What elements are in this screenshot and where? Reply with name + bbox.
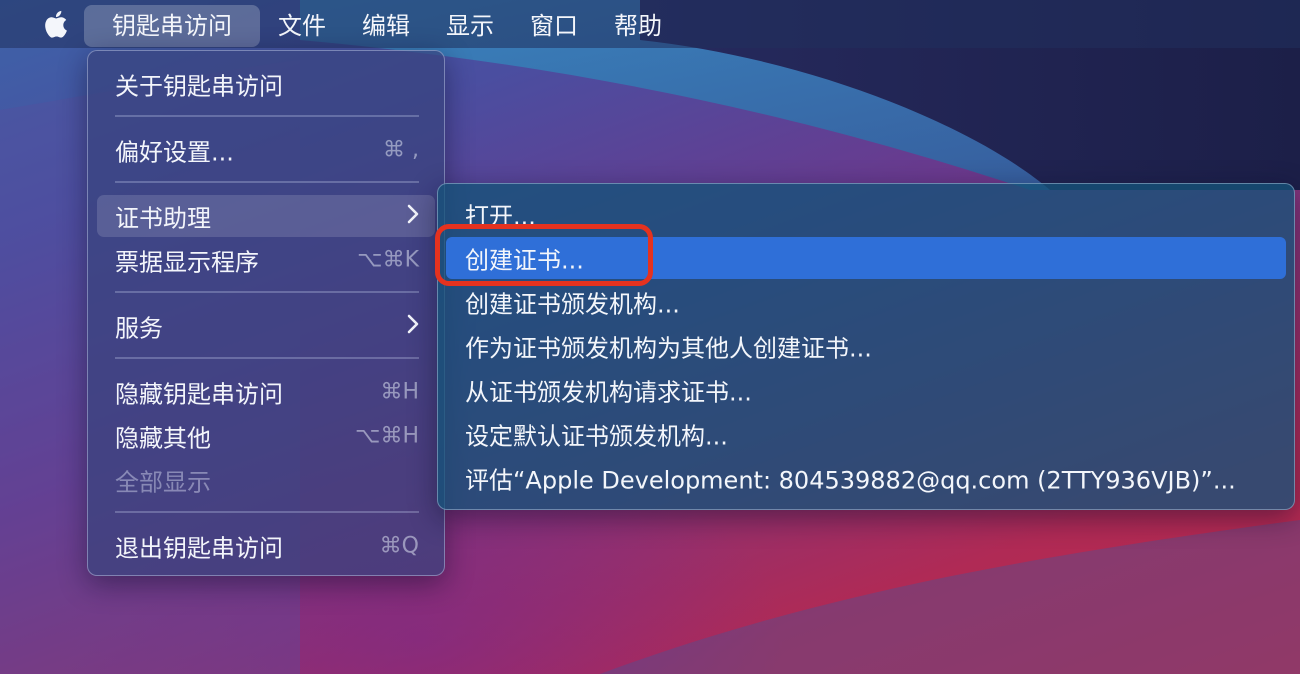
menu-item-label: 创建证书... xyxy=(465,246,584,275)
menu-item-label: 隐藏其他 xyxy=(115,424,211,453)
shortcut-label: ⌥⌘K xyxy=(357,247,419,273)
menu-item-label: 票据显示程序 xyxy=(115,248,259,277)
menu-bar: 钥匙串访问 文件 编辑 显示 窗口 帮助 xyxy=(0,0,1300,48)
menu-item-label: 服务 xyxy=(115,314,163,343)
menu-item-label: 评估“Apple Development: 804539882@qq.com (… xyxy=(465,466,1236,495)
submenu-item-create-cert-for-others[interactable]: 作为证书颁发机构为其他人创建证书... xyxy=(446,325,1286,367)
shortcut-label: ⌘Q xyxy=(379,533,419,559)
submenu-item-open[interactable]: 打开... xyxy=(446,193,1286,235)
menu-separator xyxy=(115,511,419,513)
menu-item-ticket-viewer[interactable]: 票据显示程序 ⌥⌘K xyxy=(97,239,435,281)
menu-item-label: 设定默认证书颁发机构... xyxy=(465,422,728,451)
shortcut-label: ⌘ , xyxy=(383,137,419,163)
menu-edit[interactable]: 编辑 xyxy=(344,5,428,47)
menu-item-quit[interactable]: 退出钥匙串访问 ⌘Q xyxy=(97,525,435,567)
menu-item-label: 全部显示 xyxy=(115,468,211,497)
submenu-item-evaluate[interactable]: 评估“Apple Development: 804539882@qq.com (… xyxy=(446,457,1286,499)
menu-separator xyxy=(115,115,419,117)
menu-item-label: 从证书颁发机构请求证书... xyxy=(465,378,752,407)
menu-item-label: 创建证书颁发机构... xyxy=(465,290,680,319)
menu-file[interactable]: 文件 xyxy=(260,5,344,47)
submenu-item-set-default-ca[interactable]: 设定默认证书颁发机构... xyxy=(446,413,1286,455)
apple-logo-icon[interactable] xyxy=(26,0,84,48)
menu-item-certificate-assistant[interactable]: 证书助理 xyxy=(97,195,435,237)
menu-help[interactable]: 帮助 xyxy=(596,5,680,47)
keychain-access-menu: 关于钥匙串访问 偏好设置... ⌘ , 证书助理 票据显示程序 ⌥⌘K 服务 隐… xyxy=(87,50,445,576)
chevron-right-icon xyxy=(407,312,419,340)
menu-item-label: 偏好设置... xyxy=(115,138,234,167)
menu-item-label: 打开... xyxy=(465,202,536,231)
menu-separator xyxy=(115,357,419,359)
shortcut-label: ⌥⌘H xyxy=(355,423,419,449)
menu-view[interactable]: 显示 xyxy=(428,5,512,47)
menu-item-label: 退出钥匙串访问 xyxy=(115,534,283,563)
submenu-item-create-ca[interactable]: 创建证书颁发机构... xyxy=(446,281,1286,323)
menu-keychain-access[interactable]: 钥匙串访问 xyxy=(84,4,260,47)
menu-item-label: 隐藏钥匙串访问 xyxy=(115,380,283,409)
menu-item-hide-app[interactable]: 隐藏钥匙串访问 ⌘H xyxy=(97,371,435,413)
menu-separator xyxy=(115,181,419,183)
menu-item-label: 关于钥匙串访问 xyxy=(115,72,283,101)
menu-item-preferences[interactable]: 偏好设置... ⌘ , xyxy=(97,129,435,171)
shortcut-label: ⌘H xyxy=(380,379,419,405)
menu-item-label: 证书助理 xyxy=(115,204,211,233)
chevron-right-icon xyxy=(407,202,419,230)
menu-item-show-all: 全部显示 xyxy=(97,459,435,501)
menu-window[interactable]: 窗口 xyxy=(512,5,596,47)
menu-item-about[interactable]: 关于钥匙串访问 xyxy=(97,63,435,105)
menu-separator xyxy=(115,291,419,293)
menu-item-label: 作为证书颁发机构为其他人创建证书... xyxy=(465,334,872,363)
menu-item-hide-others[interactable]: 隐藏其他 ⌥⌘H xyxy=(97,415,435,457)
submenu-item-request-certificate[interactable]: 从证书颁发机构请求证书... xyxy=(446,369,1286,411)
menu-item-services[interactable]: 服务 xyxy=(97,305,435,347)
submenu-item-create-certificate[interactable]: 创建证书... xyxy=(446,237,1286,279)
certificate-assistant-submenu: 打开... 创建证书... 创建证书颁发机构... 作为证书颁发机构为其他人创建… xyxy=(437,183,1295,510)
